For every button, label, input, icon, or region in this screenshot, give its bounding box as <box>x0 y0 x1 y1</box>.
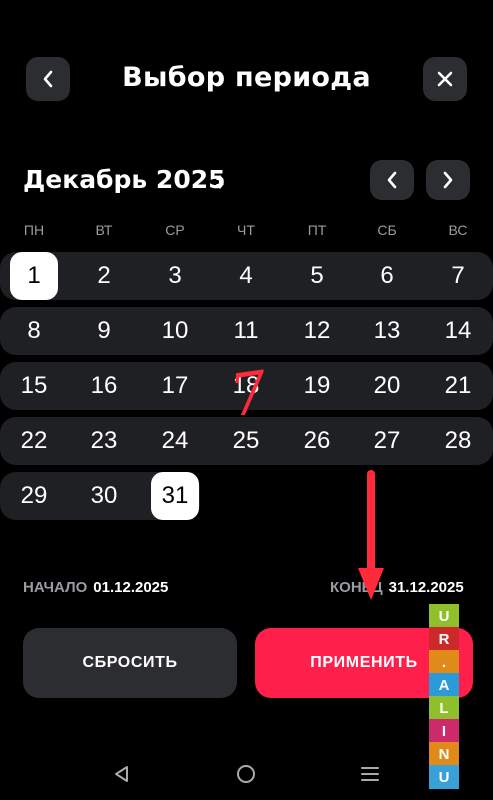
chevron-right-icon <box>443 171 453 189</box>
next-month-button[interactable] <box>426 160 470 200</box>
watermark-letter: U <box>429 604 459 628</box>
day-cell[interactable]: 9 <box>80 307 128 355</box>
day-cell[interactable]: 16 <box>80 362 128 410</box>
weekday-label: ЧТ <box>237 222 255 238</box>
day-cell[interactable]: 13 <box>363 307 411 355</box>
range-start: НАЧАЛО 01.12.2025 <box>23 579 168 596</box>
watermark-letter: R <box>429 627 459 651</box>
system-home-button[interactable] <box>231 760 261 788</box>
day-cell[interactable]: 27 <box>363 417 411 465</box>
day-cell[interactable]: 22 <box>10 417 58 465</box>
day-cell[interactable]: 20 <box>363 362 411 410</box>
reset-button[interactable]: СБРОСИТЬ <box>23 628 237 698</box>
day-cell[interactable]: 8 <box>10 307 58 355</box>
day-cell[interactable]: 3 <box>151 252 199 300</box>
watermark-letter: L <box>429 696 459 720</box>
day-cell[interactable]: 29 <box>10 472 58 520</box>
day-cell[interactable]: 15 <box>10 362 58 410</box>
day-cell[interactable]: 17 <box>151 362 199 410</box>
close-icon <box>437 71 453 87</box>
watermark-letter: N <box>429 742 459 766</box>
prev-month-button[interactable] <box>370 160 414 200</box>
weekday-label: ВС <box>448 222 468 238</box>
day-cell[interactable]: 10 <box>151 307 199 355</box>
annotation-arrow-icon <box>358 470 384 600</box>
day-cell[interactable]: 28 <box>434 417 482 465</box>
system-recents-button[interactable] <box>355 760 385 788</box>
range-end: КОНЕЦ 31.12.2025 <box>330 579 464 596</box>
page-title: Выбор периода <box>122 62 371 93</box>
day-cell[interactable]: 30 <box>80 472 128 520</box>
day-cell[interactable]: 19 <box>293 362 341 410</box>
day-cell[interactable]: 12 <box>293 307 341 355</box>
watermark-letter: . <box>429 650 459 674</box>
range-start-label: НАЧАЛО <box>23 579 88 596</box>
day-cell[interactable]: 26 <box>293 417 341 465</box>
weekday-label: ПТ <box>307 222 327 238</box>
day-cell[interactable]: 5 <box>293 252 341 300</box>
day-cell[interactable]: 14 <box>434 307 482 355</box>
watermark-letter: A <box>429 673 459 697</box>
watermark-letter: U <box>429 765 459 789</box>
chevron-left-icon <box>387 171 397 189</box>
day-cell-start[interactable]: 1 <box>10 252 58 300</box>
range-end-value: 31.12.2025 <box>388 579 464 596</box>
system-back-button[interactable] <box>107 760 137 788</box>
close-button[interactable] <box>423 57 467 101</box>
sort-arrows-icon[interactable] <box>214 172 226 192</box>
day-cell[interactable]: 24 <box>151 417 199 465</box>
day-cell[interactable]: 21 <box>434 362 482 410</box>
back-triangle-icon <box>115 766 128 782</box>
day-cell[interactable]: 23 <box>80 417 128 465</box>
day-cell[interactable]: 6 <box>363 252 411 300</box>
month-selector[interactable]: Декабрь 2025 <box>23 165 226 194</box>
day-cell[interactable]: 11 <box>222 307 270 355</box>
watermark-letter: I <box>429 719 459 743</box>
day-cell-end[interactable]: 31 <box>151 472 199 520</box>
day-cell[interactable]: 7 <box>434 252 482 300</box>
weekday-label: СР <box>165 222 185 238</box>
recents-menu-icon <box>361 767 379 781</box>
day-cell[interactable]: 4 <box>222 252 270 300</box>
weekday-label: ВТ <box>95 222 113 238</box>
home-circle-icon <box>237 765 255 783</box>
day-cell[interactable]: 2 <box>80 252 128 300</box>
range-start-value: 01.12.2025 <box>93 579 169 596</box>
weekday-label: СБ <box>377 222 397 238</box>
weekday-label: ПН <box>23 222 45 238</box>
